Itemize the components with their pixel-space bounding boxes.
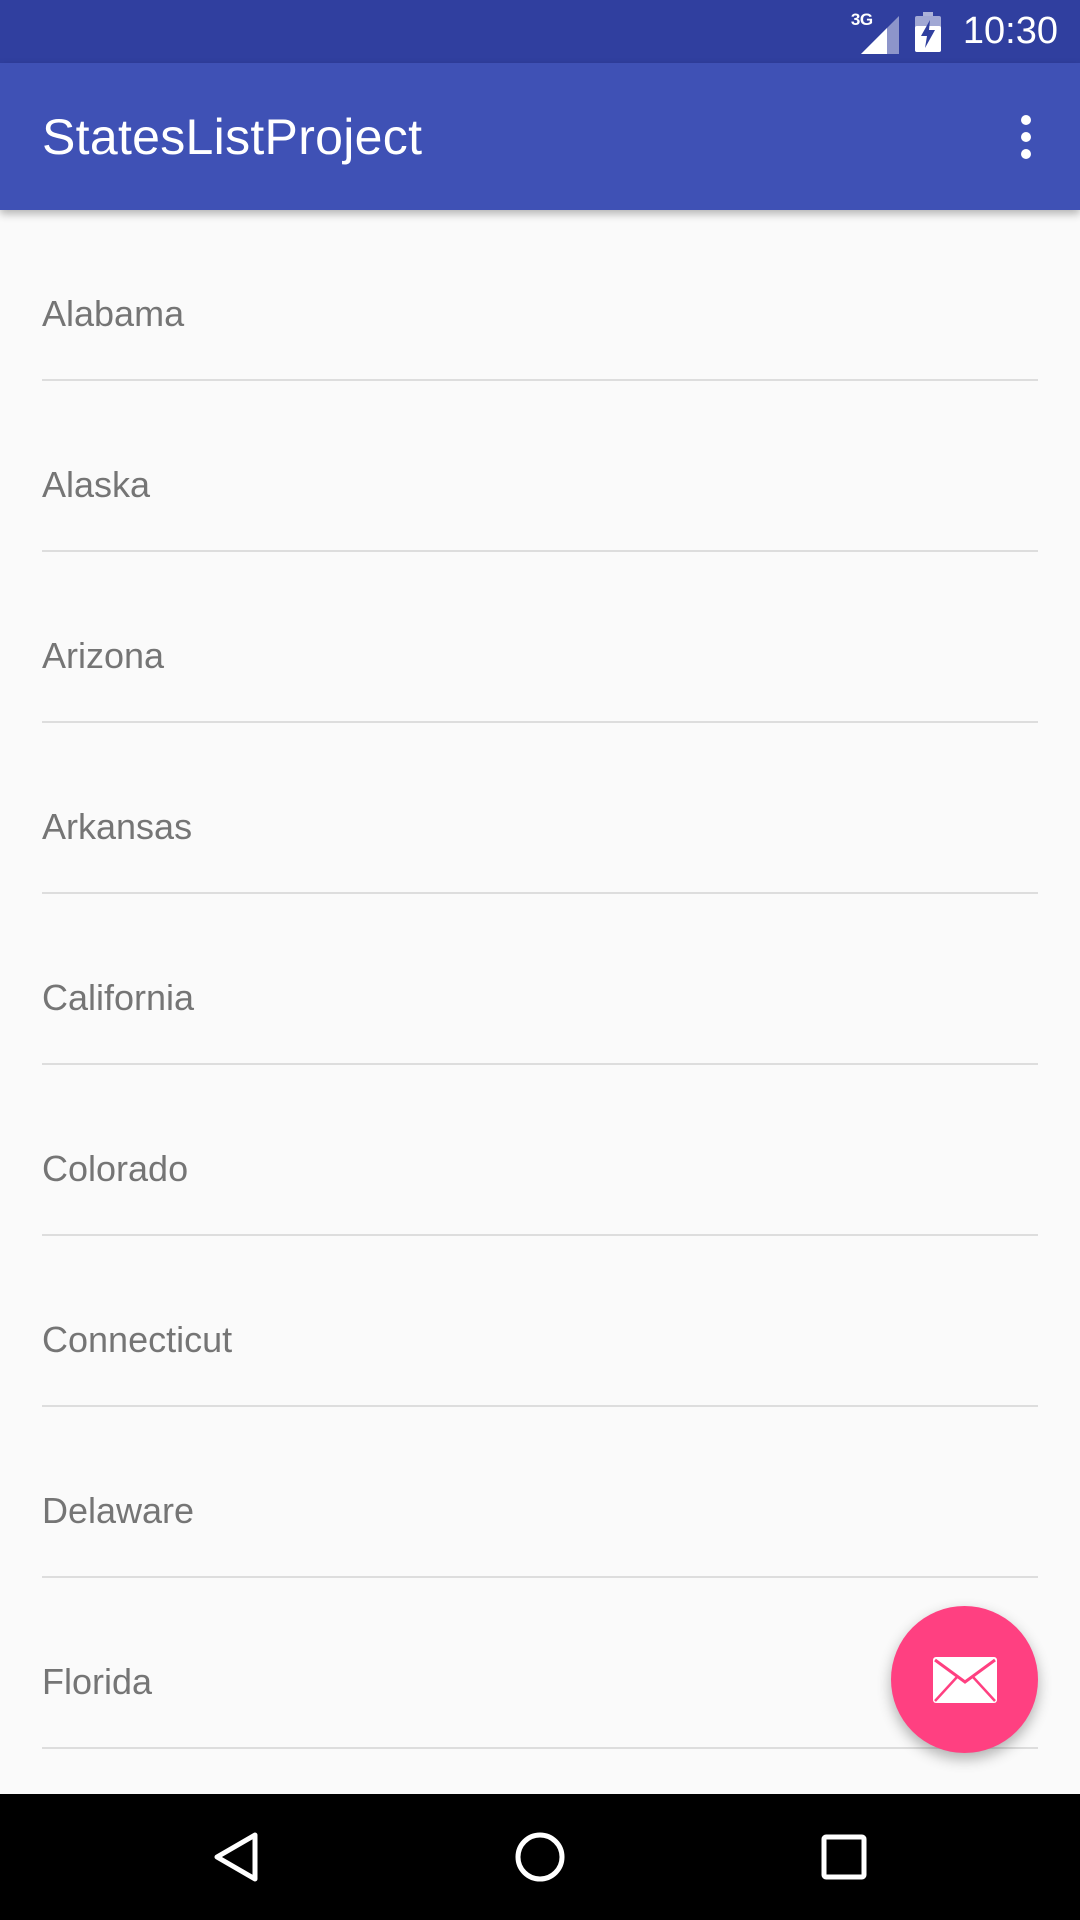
home-icon bbox=[515, 1832, 565, 1882]
list-item-label: Connecticut bbox=[42, 1319, 233, 1360]
status-icons: 3G 10:30 bbox=[851, 10, 1058, 54]
list-item[interactable]: Arkansas bbox=[42, 723, 1038, 894]
list-item[interactable]: California bbox=[42, 894, 1038, 1065]
list-item-label: Arkansas bbox=[42, 806, 193, 847]
back-button[interactable] bbox=[201, 1822, 271, 1892]
list-item[interactable]: Alaska bbox=[42, 381, 1038, 552]
back-icon bbox=[214, 1832, 258, 1882]
list-item[interactable]: Florida bbox=[42, 1578, 1038, 1749]
recents-button[interactable] bbox=[809, 1822, 879, 1892]
list-item-label: Alabama bbox=[42, 293, 185, 334]
battery-charging-icon bbox=[914, 11, 941, 52]
list-item-label: Arizona bbox=[42, 635, 165, 676]
navigation-bar bbox=[0, 1794, 1080, 1920]
email-icon bbox=[932, 1656, 997, 1703]
list-item-label: Florida bbox=[42, 1661, 153, 1702]
list-item[interactable]: Delaware bbox=[42, 1407, 1038, 1578]
signal-icon bbox=[860, 15, 899, 54]
list-item[interactable]: Alabama bbox=[42, 210, 1038, 381]
list-item-label: Colorado bbox=[42, 1148, 189, 1189]
home-button[interactable] bbox=[505, 1822, 575, 1892]
list-item[interactable]: Connecticut bbox=[42, 1236, 1038, 1407]
app-title: StatesListProject bbox=[42, 108, 423, 165]
more-vert-icon-dot bbox=[1021, 131, 1031, 142]
list-item[interactable]: Colorado bbox=[42, 1065, 1038, 1236]
list-item-label: Delaware bbox=[42, 1490, 195, 1531]
list-item-label: California bbox=[42, 977, 195, 1018]
more-vert-icon-dot bbox=[1021, 148, 1031, 159]
status-bar: 3G 10:30 bbox=[0, 0, 1080, 63]
list-item-label: Alaska bbox=[42, 464, 151, 505]
email-fab-button[interactable] bbox=[891, 1606, 1038, 1753]
network-indicator: 3G bbox=[851, 10, 901, 54]
states-list[interactable]: Alabama Alaska Arizona Arkansas Californ… bbox=[0, 210, 1080, 1794]
app-bar: StatesListProject bbox=[0, 63, 1080, 210]
list-item[interactable]: Arizona bbox=[42, 552, 1038, 723]
clock: 10:30 bbox=[962, 10, 1058, 52]
more-options-button[interactable] bbox=[1006, 97, 1046, 177]
more-vert-icon bbox=[1021, 114, 1031, 125]
recents-icon bbox=[821, 1834, 867, 1880]
